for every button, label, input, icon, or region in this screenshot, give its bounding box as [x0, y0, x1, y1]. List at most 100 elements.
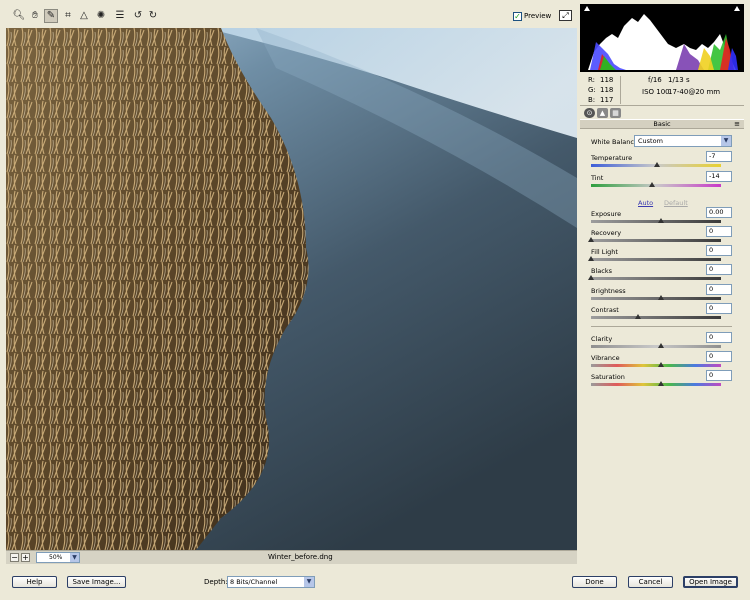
r-label: R: — [588, 76, 596, 84]
fill-light-field[interactable]: 0 — [706, 245, 732, 256]
done-button[interactable]: Done — [572, 576, 617, 588]
contrast-field[interactable]: 0 — [706, 303, 732, 314]
b-label: B: — [588, 96, 596, 104]
white-balance-select[interactable]: Custom ▼ — [634, 135, 732, 147]
recovery-field[interactable]: 0 — [706, 226, 732, 237]
highlight-clipping-icon[interactable] — [734, 6, 740, 11]
temperature-field[interactable]: -7 — [706, 151, 732, 162]
tint-slider-track[interactable] — [591, 184, 721, 187]
shadow-clipping-icon[interactable] — [584, 6, 590, 11]
adjustment-panel: R: 118 G: 118 B: 117 f/16 1/13 s ISO 100 17… — [580, 4, 744, 564]
exposure-label: Exposure — [591, 210, 622, 218]
vibrance-slider-track[interactable] — [591, 364, 721, 367]
aperture: f/16 — [648, 76, 662, 84]
depth-label: Depth: — [204, 578, 228, 586]
lens: 17-40@20 mm — [668, 88, 721, 96]
fill-light-slider-thumb[interactable] — [588, 256, 594, 261]
saturation-field[interactable]: 0 — [706, 370, 732, 381]
iso: ISO 100 — [642, 88, 670, 96]
vibrance-slider-thumb[interactable] — [658, 362, 664, 367]
fullscreen-icon[interactable]: ⤢ — [559, 10, 572, 21]
blacks-label: Blacks — [591, 267, 612, 275]
g-label: G: — [588, 86, 596, 94]
straighten-icon[interactable]: △ — [77, 9, 91, 23]
hand-icon[interactable]: ✋︎ — [28, 9, 42, 23]
exposure-field[interactable]: 0.00 — [706, 207, 732, 218]
retouch-icon[interactable]: ✺ — [94, 9, 108, 23]
saturation-label: Saturation — [591, 373, 625, 381]
panel-tabs: ⊙ ▲ ▦ — [580, 105, 744, 119]
contrast-slider-thumb[interactable] — [635, 314, 641, 319]
help-button[interactable]: Help — [12, 576, 57, 588]
tab-detail-icon[interactable]: ▦ — [610, 108, 621, 118]
chevron-down-icon: ▼ — [70, 553, 79, 562]
tint-field[interactable]: -14 — [706, 171, 732, 182]
brightness-field[interactable]: 0 — [706, 284, 732, 295]
tint-label: Tint — [591, 174, 604, 182]
blacks-field[interactable]: 0 — [706, 264, 732, 275]
vibrance-label: Vibrance — [591, 354, 620, 362]
white-balance-icon[interactable]: ✎ — [44, 9, 58, 23]
b-value: 117 — [600, 96, 614, 104]
zoom-icon[interactable]: 🔍︎ — [12, 9, 26, 23]
clarity-slider-thumb[interactable] — [658, 343, 664, 348]
depth-value: 8 Bits/Channel — [230, 578, 278, 586]
depth-select[interactable]: 8 Bits/Channel ▼ — [227, 576, 315, 588]
cancel-button[interactable]: Cancel — [628, 576, 673, 588]
white-balance-value: Custom — [638, 137, 663, 145]
exposure-slider-thumb[interactable] — [658, 218, 664, 223]
preferences-icon[interactable]: ☰ — [113, 9, 127, 23]
file-name: Winter_before.dng — [268, 553, 333, 561]
saturation-slider-thumb[interactable] — [658, 381, 664, 386]
contrast-slider-track[interactable] — [591, 316, 721, 319]
g-value: 118 — [600, 86, 614, 94]
temperature-slider-thumb[interactable] — [654, 162, 660, 167]
status-bar: − + 50% ▼ Winter_before.dng — [6, 550, 577, 564]
preview-checkbox[interactable]: ✓ — [513, 12, 522, 21]
tab-basic-icon[interactable]: ⊙ — [584, 108, 595, 118]
white-balance-label: White Balance: — [591, 138, 641, 146]
blacks-slider-track[interactable] — [591, 277, 721, 280]
brightness-slider-track[interactable] — [591, 297, 721, 300]
crop-icon[interactable]: ⌗ — [61, 9, 75, 23]
brightness-label: Brightness — [591, 287, 626, 295]
divider — [620, 76, 621, 104]
preview-label: Preview — [524, 12, 552, 20]
image-preview[interactable] — [6, 28, 577, 550]
rotate-left-icon[interactable]: ↺ — [131, 9, 145, 23]
fill-light-label: Fill Light — [591, 248, 618, 256]
divider — [591, 326, 732, 327]
tint-slider-thumb[interactable] — [649, 182, 655, 187]
zoom-out-button[interactable]: − — [10, 553, 19, 562]
tab-tone-curve-icon[interactable]: ▲ — [597, 108, 608, 118]
clarity-field[interactable]: 0 — [706, 332, 732, 343]
panel-menu-icon[interactable]: ≡ — [734, 120, 740, 129]
r-value: 118 — [600, 76, 614, 84]
auto-link[interactable]: Auto — [638, 199, 653, 207]
clarity-label: Clarity — [591, 335, 613, 343]
panel-section-title: Basic ≡ — [580, 119, 744, 129]
chevron-down-icon: ▼ — [304, 577, 314, 587]
open-image-button[interactable]: Open Image — [683, 576, 738, 588]
default-link[interactable]: Default — [664, 199, 688, 207]
contrast-label: Contrast — [591, 306, 619, 314]
shutter-speed: 1/13 s — [668, 76, 690, 84]
temperature-label: Temperature — [591, 154, 633, 162]
recovery-slider-thumb[interactable] — [588, 237, 594, 242]
clarity-slider-track[interactable] — [591, 345, 721, 348]
section-title: Basic — [653, 120, 671, 128]
brightness-slider-thumb[interactable] — [658, 295, 664, 300]
rotate-right-icon[interactable]: ↻ — [146, 9, 160, 23]
photo-canvas — [6, 28, 577, 550]
zoom-value: 50% — [49, 554, 63, 561]
save-image-button[interactable]: Save Image... — [67, 576, 126, 588]
vibrance-field[interactable]: 0 — [706, 351, 732, 362]
recovery-slider-track[interactable] — [591, 239, 721, 242]
exposure-slider-track[interactable] — [591, 220, 721, 223]
pixel-readout: R: 118 G: 118 B: 117 f/16 1/13 s ISO 100 17… — [580, 74, 744, 106]
fill-light-slider-track[interactable] — [591, 258, 721, 261]
saturation-slider-track[interactable] — [591, 383, 721, 386]
blacks-slider-thumb[interactable] — [588, 275, 594, 280]
zoom-select[interactable]: 50% ▼ — [36, 552, 80, 563]
zoom-in-button[interactable]: + — [21, 553, 30, 562]
